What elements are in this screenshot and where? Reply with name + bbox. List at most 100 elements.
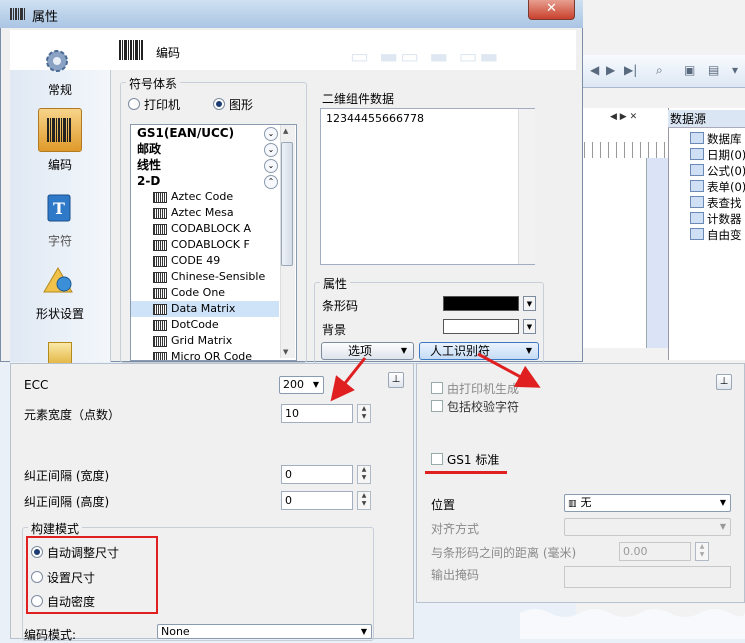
options-button[interactable]: 选项 ▼ (321, 342, 414, 360)
correction-height-stepper[interactable]: ▲ ▼ (357, 491, 371, 510)
chevron-down-icon[interactable]: ⌄ (264, 143, 278, 157)
radio-circle[interactable] (128, 98, 140, 110)
distance-label: 与条形码之间的距离 (毫米) (431, 546, 577, 560)
position-select[interactable]: ▥ 无 ▼ (564, 494, 731, 512)
list-item[interactable]: CODABLOCK F (131, 237, 279, 253)
radio-graphic[interactable]: 图形 (213, 96, 253, 113)
document-icon[interactable] (48, 342, 72, 364)
print-icon[interactable]: ▤ (708, 63, 719, 77)
pin-icon[interactable]: ⊥ (388, 372, 404, 388)
datasource-item[interactable]: 日期(0) (690, 147, 745, 163)
textarea-scrollbar[interactable] (518, 109, 535, 264)
highlight-box (26, 536, 158, 614)
list-item[interactable]: Aztec Code (131, 189, 279, 205)
correction-height-input[interactable]: 0 (281, 491, 353, 510)
symbology-label: 符号体系 (126, 75, 181, 92)
barcode-icon (47, 118, 71, 142)
barcode-2d-icon (153, 224, 167, 235)
more-icon[interactable]: ▾ (732, 63, 738, 77)
align-label: 对齐方式 (431, 522, 480, 536)
datasource-item[interactable]: 数据库 (690, 131, 742, 147)
list-item[interactable]: Micro QR Code (131, 349, 279, 360)
correction-height-label: 纠正间隔 (高度) (24, 495, 110, 509)
shapes-icon[interactable] (42, 266, 74, 294)
barcode-2d-icon (153, 288, 167, 299)
nav-last-icon[interactable]: ▶| (624, 63, 637, 77)
include-check-checkbox[interactable]: 包括校验字符 (431, 398, 519, 415)
barcode-2d-icon (153, 256, 167, 267)
correction-width-stepper[interactable]: ▲ ▼ (357, 465, 371, 484)
list-item[interactable]: DotCode (131, 317, 279, 333)
distance-input[interactable]: 0.00 (619, 542, 691, 561)
header-band: ▭ ▬▭ ▬ ▭▬ (10, 30, 576, 70)
nav-left-icon[interactable]: ◀ (590, 63, 599, 77)
sidebar-item-encoding[interactable] (38, 108, 82, 152)
nav-right-icon[interactable]: ▶ (606, 63, 615, 77)
barcode-color-dropdown[interactable]: ▼ (523, 296, 536, 311)
output-mask-input[interactable] (564, 566, 731, 588)
svg-text:T: T (53, 199, 65, 218)
preview-icon[interactable]: ▣ (684, 63, 695, 77)
datasource-item[interactable]: 表单(0) (690, 179, 745, 195)
background-toolbar: ◀ ▶ ▶| ⌕ ▣ ▤ ▾ (576, 55, 745, 88)
gear-icon[interactable] (42, 46, 72, 76)
tab-nav-icon[interactable]: ◀ ▶ ✕ (610, 112, 637, 122)
background-color-swatch[interactable] (443, 319, 519, 334)
symbology-list[interactable]: GS1(EAN/UCC) ⌄ 邮政 ⌄ 线性 ⌄ 2-D ⌃ Aztec Cod… (130, 124, 297, 361)
datasource-item[interactable]: 计数器 (690, 211, 742, 227)
chevron-up-icon[interactable]: ⌃ (264, 175, 278, 189)
ecc-select[interactable]: 200 ▼ (279, 376, 324, 394)
sidebar-item-encoding-label[interactable]: 编码 (10, 156, 110, 173)
module-width-stepper[interactable]: ▲ ▼ (357, 404, 371, 423)
scrollbar-thumb[interactable] (281, 142, 293, 266)
output-mask-label: 输出掩码 (431, 568, 480, 582)
title-bar[interactable] (0, 0, 583, 28)
data2d-textarea[interactable]: 12344455666778 (320, 108, 535, 265)
data2d-label: 二维组件数据 (322, 92, 395, 106)
encoding-mode-select[interactable]: None ▼ (157, 624, 372, 639)
pin-icon[interactable]: ⊥ (716, 374, 732, 390)
list-item[interactable]: Chinese-Sensible (131, 269, 279, 285)
correction-width-label: 纠正间隔 (宽度) (24, 469, 110, 483)
sidebar-item-font[interactable]: 字符 (10, 232, 110, 249)
list-item[interactable]: CODE 49 (131, 253, 279, 269)
list-item[interactable]: Code One (131, 285, 279, 301)
module-width-input[interactable]: 10 (281, 404, 353, 423)
hri-button[interactable]: 人工识别符 ▼ (419, 342, 539, 360)
close-button[interactable]: ✕ (528, 0, 575, 20)
printer-generate-checkbox[interactable]: 由打印机生成 (431, 380, 519, 397)
text-icon[interactable]: T (47, 194, 71, 222)
barcode-color-swatch[interactable] (443, 296, 519, 311)
list-group-2d[interactable]: 2-D (131, 173, 285, 189)
list-item[interactable]: Grid Matrix (131, 333, 279, 349)
datasource-item[interactable]: 自由变 (690, 227, 742, 243)
list-item[interactable]: Aztec Mesa (131, 205, 279, 221)
binoculars-icon[interactable]: ⌕ (656, 63, 663, 78)
list-item[interactable]: CODABLOCK A (131, 221, 279, 237)
checkbox-box[interactable] (431, 453, 443, 465)
barcode-2d-icon (153, 352, 167, 360)
align-select[interactable]: ▼ (564, 518, 731, 536)
scroll-up-icon[interactable]: ▲ (283, 127, 288, 135)
barcode-icon (119, 40, 143, 60)
list-group-gs1[interactable]: GS1(EAN/UCC) (131, 125, 285, 141)
sidebar-item-general[interactable]: 常规 (10, 81, 110, 98)
background-color-dropdown[interactable]: ▼ (523, 319, 536, 334)
list-group-postal[interactable]: 邮政 (131, 141, 285, 157)
checkbox-box[interactable] (431, 400, 443, 412)
chevron-down-icon[interactable]: ⌄ (264, 127, 278, 141)
datasource-item[interactable]: 公式(0) (690, 163, 745, 179)
list-item-selected[interactable]: Data Matrix (131, 301, 279, 317)
scroll-down-icon[interactable]: ▼ (283, 348, 288, 356)
correction-width-input[interactable]: 0 (281, 465, 353, 484)
radio-printer[interactable]: 打印机 (128, 96, 180, 113)
position-icon: ▥ (568, 499, 577, 509)
distance-stepper[interactable]: ▲ ▼ (695, 542, 709, 561)
gs1-standard-checkbox[interactable]: GS1 标准 (431, 451, 499, 468)
list-group-linear[interactable]: 线性 (131, 157, 285, 173)
datasource-item[interactable]: 表查找 (690, 195, 742, 211)
sidebar-item-shape[interactable]: 形状设置 (10, 305, 110, 322)
checkbox-box[interactable] (431, 382, 443, 394)
radio-circle[interactable] (213, 98, 225, 110)
chevron-down-icon[interactable]: ⌄ (264, 159, 278, 173)
